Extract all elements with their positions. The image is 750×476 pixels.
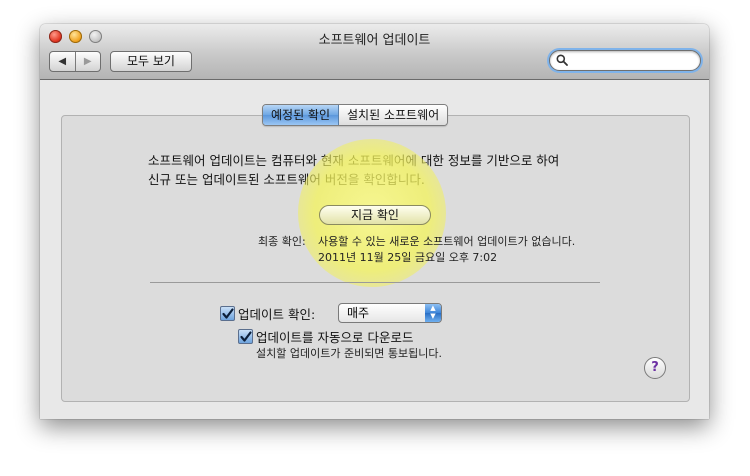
auto-download-checkbox[interactable] xyxy=(238,329,253,344)
tab-bar: 예정된 확인 설치된 소프트웨어 xyxy=(262,104,449,126)
back-arrow-icon: ◀ xyxy=(58,56,67,67)
search-field[interactable] xyxy=(549,50,701,71)
check-updates-label: 업데이트 확인: xyxy=(238,307,316,322)
description-line-2: 신규 또는 업데이트된 소프트웨어 버전을 확인합니다. xyxy=(148,172,425,187)
forward-button[interactable]: ▶ xyxy=(76,52,101,71)
frequency-popup[interactable]: 매주 ▲ ▼ xyxy=(338,303,442,323)
forward-arrow-icon: ▶ xyxy=(83,56,92,67)
auto-download-hint: 설치할 업데이트가 준비되면 통보됩니다. xyxy=(256,347,443,360)
nav-arrows: ◀ ▶ xyxy=(49,51,101,72)
last-check-label: 최종 확인: xyxy=(258,235,306,248)
search-input[interactable] xyxy=(572,53,696,70)
frequency-value: 매주 xyxy=(347,306,370,320)
preferences-window: 소프트웨어 업데이트 ◀ ▶ 모두 보기 예정된 확인 설치된 소프트웨어 소프… xyxy=(40,24,709,419)
show-all-button[interactable]: 모두 보기 xyxy=(110,51,192,72)
auto-download-label: 업데이트를 자동으로 다운로드 xyxy=(256,330,414,345)
tab-scheduled-check[interactable]: 예정된 확인 xyxy=(263,105,340,125)
check-updates-checkbox[interactable] xyxy=(220,306,235,321)
last-check-message: 사용할 수 있는 새로운 소프트웨어 업데이트가 없습니다. xyxy=(318,235,576,248)
magnifier-icon xyxy=(556,54,568,66)
tab-installed-software[interactable]: 설치된 소프트웨어 xyxy=(339,105,448,125)
checkmark-icon xyxy=(222,308,234,319)
description: 소프트웨어 업데이트는 컴퓨터와 현재 소프트웨어에 대한 정보를 기반으로 하… xyxy=(148,151,628,189)
up-down-arrows-icon: ▲ ▼ xyxy=(425,304,441,322)
help-button[interactable]: ? xyxy=(644,357,666,379)
checkmark-icon xyxy=(240,331,252,342)
description-line-1: 소프트웨어 업데이트는 컴퓨터와 현재 소프트웨어에 대한 정보를 기반으로 하… xyxy=(148,153,560,168)
check-now-button[interactable]: 지금 확인 xyxy=(319,205,431,225)
question-icon: ? xyxy=(651,360,659,375)
last-check-date: 2011년 11월 25일 금요일 오후 7:02 xyxy=(318,251,498,264)
back-button[interactable]: ◀ xyxy=(50,52,76,71)
divider xyxy=(150,282,600,283)
window-title: 소프트웨어 업데이트 xyxy=(318,33,431,48)
titlebar: 소프트웨어 업데이트 ◀ ▶ 모두 보기 xyxy=(40,24,709,80)
